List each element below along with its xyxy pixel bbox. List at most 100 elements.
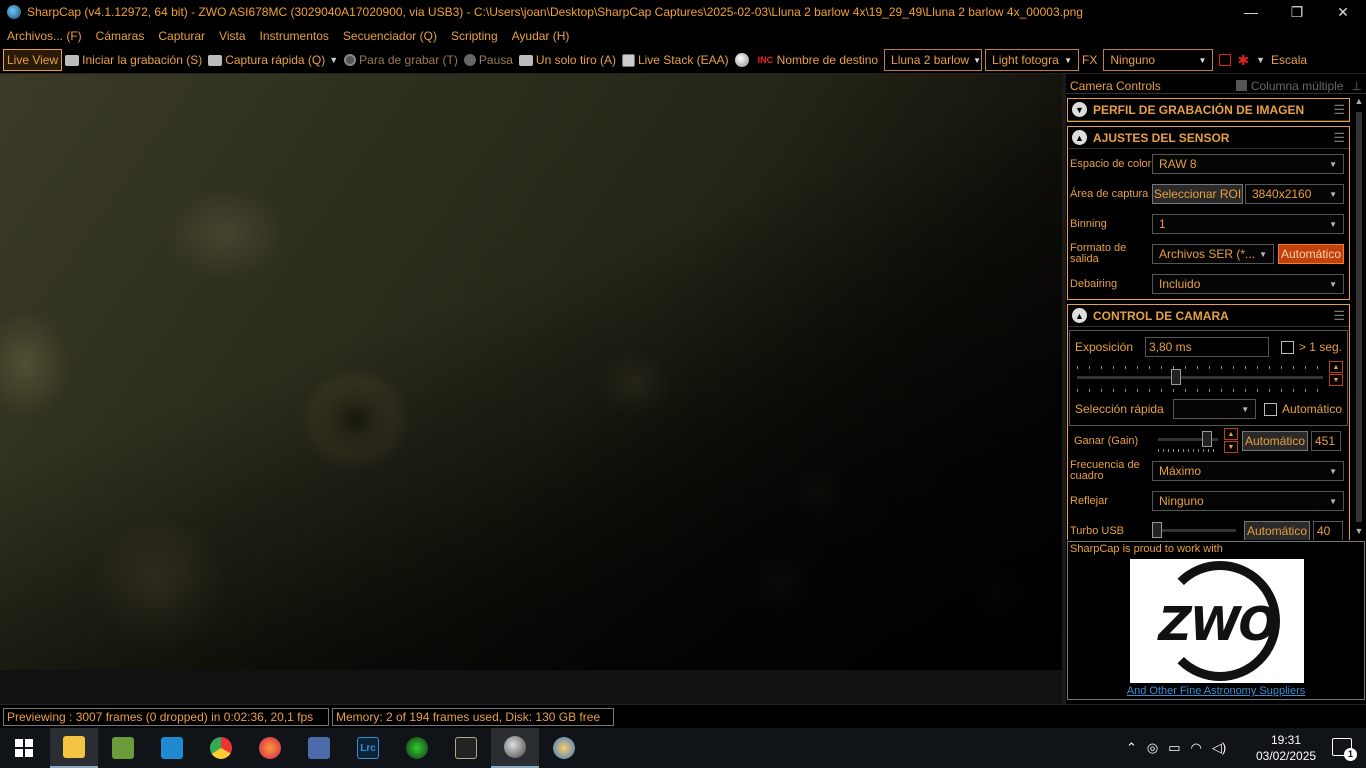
multi-column-checkbox[interactable] xyxy=(1235,80,1247,91)
planet-app-icon[interactable] xyxy=(491,728,539,768)
start-recording-button[interactable]: Iniciar la grabación (S) xyxy=(62,49,205,71)
select-roi-button[interactable]: Seleccionar ROI xyxy=(1152,184,1243,204)
windows-start-icon[interactable] xyxy=(0,728,48,768)
spin-down-icon[interactable]: ▼ xyxy=(1329,374,1343,386)
scroll-down-icon[interactable]: ▼ xyxy=(1352,526,1366,540)
gain-auto-button[interactable]: Automático xyxy=(1242,431,1308,451)
chevron-up-icon[interactable]: ▲ xyxy=(1072,130,1087,145)
menu-camaras[interactable]: Cámaras xyxy=(89,29,152,43)
target-name-value: Lluna 2 barlow xyxy=(891,53,970,67)
gain-slider[interactable] xyxy=(1158,427,1224,455)
menu-vista[interactable]: Vista xyxy=(212,29,252,43)
menu-scripting[interactable]: Scripting xyxy=(444,29,505,43)
chevron-up-icon[interactable]: ⌃ xyxy=(1126,740,1137,756)
menu-secuenciador[interactable]: Secuenciador (Q) xyxy=(336,29,444,43)
camera-preview-image[interactable] xyxy=(0,74,1062,670)
panel-scrollbar[interactable]: ▲ ▼ xyxy=(1352,96,1366,540)
hamburger-icon[interactable]: ☰ xyxy=(1333,308,1345,324)
menu-archivos[interactable]: Archivos... (F) xyxy=(0,29,89,43)
capture-area-select[interactable]: 3840x2160 ▼ xyxy=(1245,184,1344,204)
firefox-icon[interactable] xyxy=(246,728,294,768)
chevron-up-icon[interactable]: ▲ xyxy=(1072,308,1087,323)
spin-down-icon[interactable]: ▼ xyxy=(1224,441,1238,453)
gain-value-input[interactable]: 451 xyxy=(1311,431,1341,451)
target-name-select[interactable]: Lluna 2 barlow ▼ xyxy=(884,49,983,71)
gain-spinner[interactable]: ▲ ▼ xyxy=(1224,428,1238,454)
scale-label[interactable]: Escala xyxy=(1268,49,1310,71)
target-name-button[interactable]: INC Nombre de destino xyxy=(755,49,881,71)
file-explorer-icon[interactable] xyxy=(50,728,98,768)
reticle-box-icon[interactable] xyxy=(1219,54,1232,66)
multi-column-toggle[interactable]: Columna múltiple ⊥ xyxy=(1235,79,1362,93)
spin-up-icon[interactable]: ▲ xyxy=(1224,428,1238,440)
media-app-icon[interactable] xyxy=(393,728,441,768)
lightroom-classic-icon[interactable]: Lrc xyxy=(344,728,392,768)
scroll-up-icon[interactable]: ▲ xyxy=(1352,96,1366,110)
suppliers-link[interactable]: And Other Fine Astronomy Suppliers xyxy=(1068,685,1364,697)
output-format-auto-button[interactable]: Automático xyxy=(1278,244,1344,264)
location-icon[interactable]: ◎ xyxy=(1147,740,1158,756)
turbo-slider-track[interactable] xyxy=(1154,529,1236,532)
hamburger-icon[interactable]: ☰ xyxy=(1333,130,1345,146)
exposure-row: Exposición 3,80 ms > 1 seg. xyxy=(1073,333,1344,361)
turbo-slider-thumb[interactable] xyxy=(1152,522,1162,538)
group-sensor-header[interactable]: ▲ AJUSTES DEL SENSOR ☰ xyxy=(1068,127,1349,149)
taskbar-clock[interactable]: 19:31 03/02/2025 xyxy=(1256,732,1316,764)
exposure-slider[interactable]: ▲ ▼ xyxy=(1073,361,1344,395)
group-camera-header[interactable]: ▲ CONTROL DE CAMARA ☰ xyxy=(1068,305,1349,327)
debayer-select[interactable]: Incluido ▼ xyxy=(1152,274,1344,294)
volume-icon[interactable]: ◁) xyxy=(1212,740,1226,756)
live-view-button[interactable]: Live View xyxy=(3,49,63,71)
chrome-icon[interactable] xyxy=(197,728,245,768)
sharpcap-app-icon[interactable] xyxy=(442,728,490,768)
turbo-auto-button[interactable]: Automático xyxy=(1244,521,1310,540)
notifications-icon[interactable]: 1 xyxy=(1332,738,1357,761)
network-app-icon[interactable] xyxy=(295,728,343,768)
pause-button[interactable]: Pausa xyxy=(461,49,516,71)
notepad-icon[interactable] xyxy=(99,728,147,768)
frame-rate-select[interactable]: Máximo ▼ xyxy=(1152,461,1344,481)
minimize-button[interactable]: — xyxy=(1228,0,1274,24)
hamburger-icon[interactable]: ☰ xyxy=(1333,102,1345,118)
quick-capture-button[interactable]: Captura rápida (Q) ▼ xyxy=(205,49,341,71)
single-shot-button[interactable]: Un solo tiro (A) xyxy=(516,49,619,71)
turbo-value-input[interactable]: 40 xyxy=(1313,521,1343,540)
output-format-select[interactable]: Archivos SER (*... ▼ xyxy=(1152,244,1274,264)
spin-up-icon[interactable]: ▲ xyxy=(1329,361,1343,373)
chevron-down-icon[interactable]: ▼ xyxy=(1256,55,1265,65)
menu-capturar[interactable]: Capturar xyxy=(151,29,212,43)
battery-icon[interactable]: ▭ xyxy=(1168,740,1180,756)
binning-select[interactable]: 1 ▼ xyxy=(1152,214,1344,234)
chevron-down-icon[interactable]: ▼ xyxy=(1072,102,1087,117)
scrollbar-thumb[interactable] xyxy=(1356,112,1362,522)
zwo-logo[interactable]: ZWO xyxy=(1130,559,1304,683)
moon-button[interactable] xyxy=(732,49,755,71)
paint-app-icon[interactable] xyxy=(540,728,588,768)
menu-ayudar[interactable]: Ayudar (H) xyxy=(505,29,577,43)
gain-slider-thumb[interactable] xyxy=(1202,431,1212,447)
maximize-button[interactable]: ❐ xyxy=(1274,0,1320,24)
over-1s-checkbox[interactable] xyxy=(1280,340,1294,354)
exposure-slider-thumb[interactable] xyxy=(1171,369,1181,385)
color-space-select[interactable]: RAW 8 ▼ xyxy=(1152,154,1344,174)
controls-scroll-area[interactable]: ▼ PERFIL DE GRABACIÓN DE IMAGEN ☰ ▲ AJUS… xyxy=(1066,96,1366,540)
group-profile-header[interactable]: ▼ PERFIL DE GRABACIÓN DE IMAGEN ☰ xyxy=(1068,99,1349,121)
live-stack-button[interactable]: Live Stack (EAA) xyxy=(619,49,732,71)
turbo-usb-slider[interactable] xyxy=(1152,517,1242,540)
frame-type-select[interactable]: Light fotogra ▼ xyxy=(985,49,1080,71)
close-button[interactable]: ✕ xyxy=(1320,0,1366,24)
pin-icon[interactable]: ⊥ xyxy=(1352,79,1362,93)
quick-select-dropdown[interactable]: ▼ xyxy=(1173,399,1257,419)
quick-select-auto-checkbox[interactable] xyxy=(1264,402,1277,416)
exposure-input[interactable]: 3,80 ms xyxy=(1144,337,1269,357)
crosshair-icon[interactable]: ✱ xyxy=(1237,52,1249,69)
fx-select[interactable]: Ninguno ▼ xyxy=(1103,49,1214,71)
wifi-icon[interactable]: ◠ xyxy=(1191,740,1202,756)
flip-select[interactable]: Ninguno ▼ xyxy=(1152,491,1344,511)
stop-recording-button[interactable]: Para de grabar (T) xyxy=(341,49,461,71)
exposure-spinner[interactable]: ▲ ▼ xyxy=(1329,361,1343,387)
menu-instrumentos[interactable]: Instrumentos xyxy=(253,29,336,43)
exposure-slider-track[interactable] xyxy=(1077,376,1323,379)
chevron-down-icon[interactable]: ▼ xyxy=(329,55,338,65)
vscode-icon[interactable] xyxy=(148,728,196,768)
